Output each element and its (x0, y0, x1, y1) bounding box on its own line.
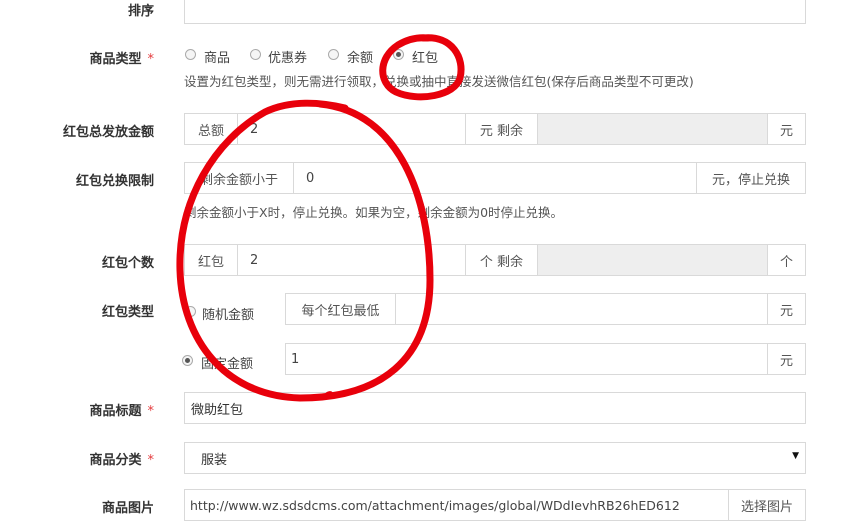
redpacket-total-group: 总额 2 元 剩余 元 (184, 113, 806, 146)
product-type-radio-balance[interactable] (328, 49, 339, 60)
select-image-button[interactable]: 选择图片 (728, 489, 806, 521)
redpacket-random-suffix: 元 (767, 293, 806, 325)
redpacket-limit-group: 剩余金额小于 0 元，停止兑换 (184, 162, 806, 195)
redpacket-count-middle: 个 剩余 (465, 244, 538, 276)
redpacket-total-input[interactable]: 2 (237, 113, 466, 145)
redpacket-type-radio-random[interactable] (185, 306, 196, 317)
redpacket-limit-suffix: 元，停止兑换 (696, 162, 806, 194)
redpacket-count-input[interactable]: 2 (237, 244, 466, 276)
redpacket-type-label: 红包类型 (101, 305, 154, 320)
redpacket-type-radio-fixed[interactable] (182, 355, 193, 366)
redpacket-fixed-input[interactable]: 1 (285, 343, 768, 375)
category-select[interactable]: 服装 ▼ (184, 442, 806, 474)
product-type-radio-coupon[interactable] (250, 49, 261, 60)
caret-down-icon: ▼ (792, 451, 799, 461)
redpacket-count-remaining (537, 244, 768, 276)
redpacket-random-prefix: 每个红包最低 (285, 293, 396, 325)
category-select-value: 服装 (201, 452, 228, 468)
redpacket-random-group: 每个红包最低 元 (285, 293, 806, 326)
title-input-value: 微助红包 (191, 402, 244, 418)
redpacket-type-option-random[interactable]: 随机金额 (202, 304, 254, 323)
redpacket-total-remaining (537, 113, 768, 145)
product-type-option-balance[interactable]: 余额 (347, 47, 373, 66)
redpacket-count-prefix: 红包 (184, 244, 238, 276)
redpacket-total-middle: 元 剩余 (465, 113, 538, 145)
redpacket-type-option-fixed[interactable]: 固定金额 (201, 353, 253, 372)
redpacket-fixed-group: 1 元 (285, 343, 806, 376)
product-type-help: 设置为红包类型，则无需进行领取，兑换或抽中直接发送微信红包(保存后商品类型不可更… (184, 74, 694, 89)
product-type-option-coupon[interactable]: 优惠券 (268, 47, 307, 66)
sort-input[interactable] (184, 0, 806, 24)
redpacket-count-suffix: 个 (767, 244, 806, 276)
redpacket-count-group: 红包 2 个 剩余 个 (184, 244, 806, 277)
category-label: 商品分类 * (89, 453, 154, 468)
product-type-radio-goods[interactable] (185, 49, 196, 60)
image-group: http://www.wz.sdsdcms.com/attachment/ima… (184, 489, 806, 522)
redpacket-limit-help: 剩余金额小于X时，停止兑换。如果为空，剩余金额为0时停止兑换。 (184, 205, 564, 220)
sort-label: 排序 (127, 4, 154, 19)
redpacket-fixed-suffix: 元 (767, 343, 806, 375)
redpacket-limit-prefix: 剩余金额小于 (184, 162, 294, 194)
image-url-input[interactable]: http://www.wz.sdsdcms.com/attachment/ima… (184, 489, 729, 521)
redpacket-random-input[interactable] (395, 293, 768, 325)
redpacket-limit-label: 红包兑换限制 (75, 174, 154, 189)
product-type-radio-redpacket[interactable] (393, 49, 404, 60)
title-input[interactable]: 微助红包 (184, 392, 806, 424)
product-type-option-redpacket[interactable]: 红包 (412, 47, 438, 66)
image-label: 商品图片 (101, 501, 154, 516)
redpacket-total-suffix: 元 (767, 113, 806, 145)
product-type-label: 商品类型 * (89, 52, 154, 67)
redpacket-limit-input[interactable]: 0 (293, 162, 697, 194)
title-label: 商品标题 * (89, 404, 154, 419)
product-type-option-goods[interactable]: 商品 (204, 47, 230, 66)
redpacket-total-prefix: 总额 (184, 113, 238, 145)
redpacket-total-label: 红包总发放金额 (62, 125, 154, 140)
redpacket-count-label: 红包个数 (101, 256, 154, 271)
